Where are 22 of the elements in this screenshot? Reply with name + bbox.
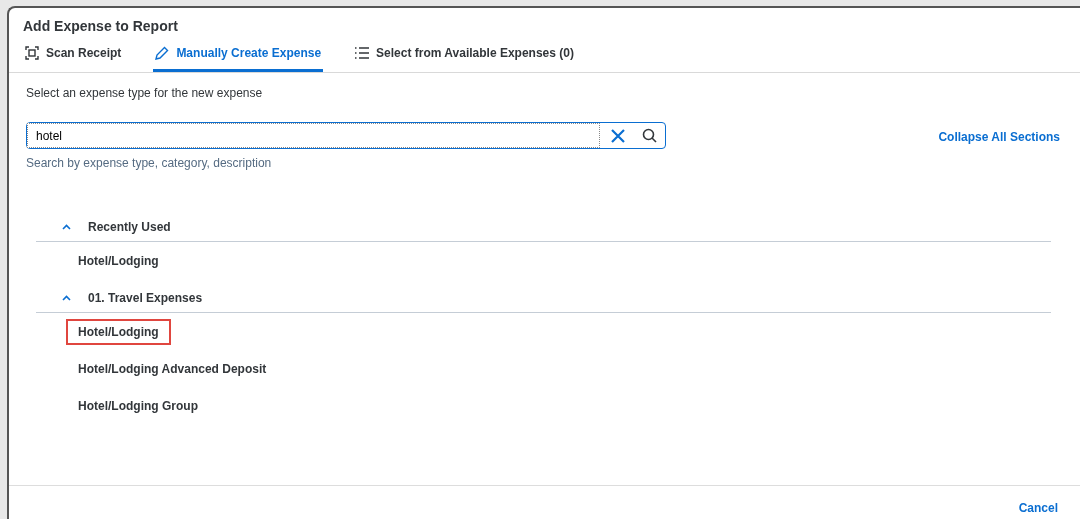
collapse-all-link[interactable]: Collapse All Sections xyxy=(938,130,1060,144)
scan-icon xyxy=(25,46,39,60)
tab[interactable]: Select from Available Expenses (0) xyxy=(353,46,576,72)
instruction-text: Select an expense type for the new expense xyxy=(26,86,264,100)
expense-type-item[interactable]: Hotel/Lodging Advanced Deposit xyxy=(66,355,279,382)
pencil-icon xyxy=(155,46,170,60)
search-icon[interactable] xyxy=(642,128,657,143)
chevron-up-icon[interactable] xyxy=(62,295,71,301)
tab[interactable]: Manually Create Expense xyxy=(153,46,324,72)
section-title: Recently Used xyxy=(88,220,171,234)
expense-type-item[interactable]: Hotel/Lodging xyxy=(66,247,171,274)
section-title: 01. Travel Expenses xyxy=(88,291,203,305)
list-icon xyxy=(355,47,370,59)
clear-icon[interactable] xyxy=(610,127,626,144)
helper-text: Search by expense type, category, description xyxy=(26,156,273,170)
search-field[interactable]: hotel xyxy=(26,122,666,149)
chevron-up-icon[interactable] xyxy=(62,224,71,230)
expense-type-item[interactable]: Hotel/Lodging xyxy=(66,318,171,345)
window-title: Add Expense to Report xyxy=(22,17,179,34)
expense-type-item[interactable]: Hotel/Lodging Group xyxy=(66,392,210,419)
tab[interactable]: Scan Receipt xyxy=(23,46,124,72)
cancel-button[interactable]: Cancel xyxy=(1018,496,1058,519)
